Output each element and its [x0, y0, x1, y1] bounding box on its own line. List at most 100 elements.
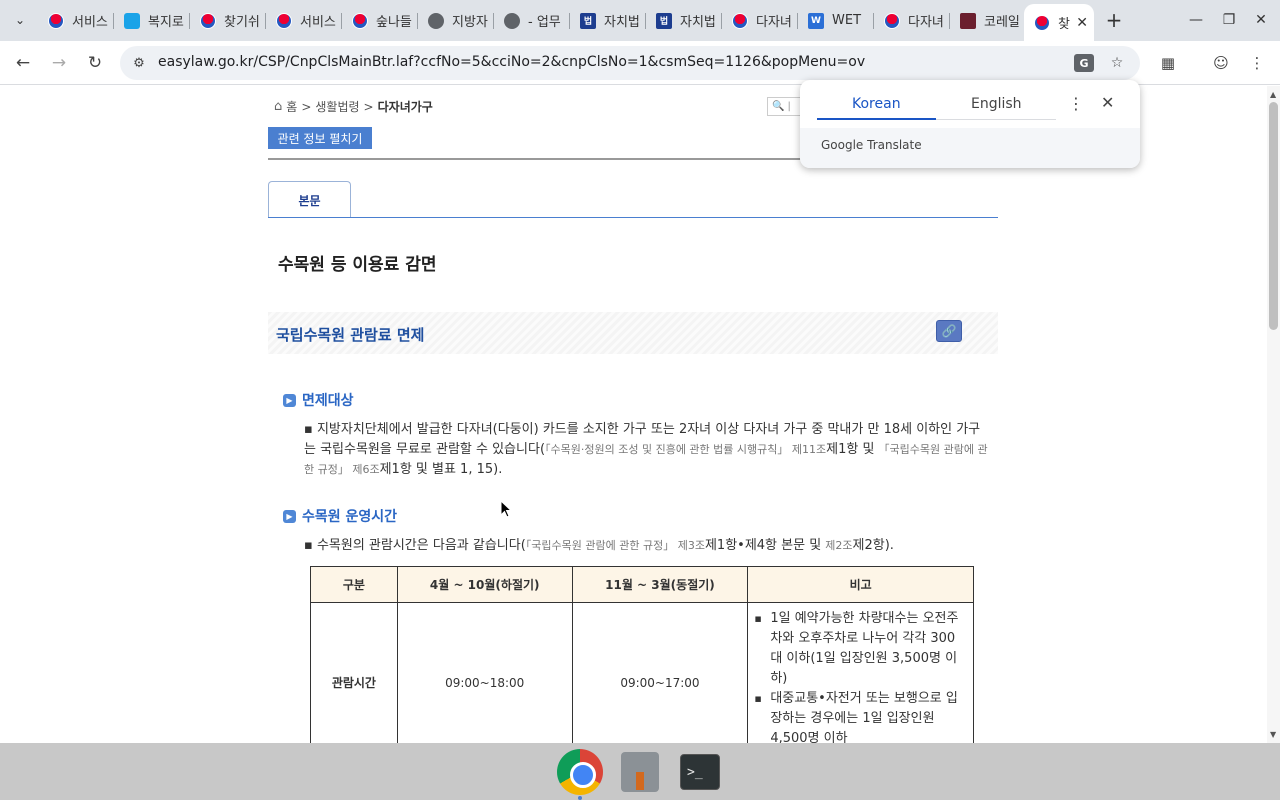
table-cell-notes: 1일 예약가능한 차량대수는 오전주차와 오후주차로 나누어 각각 300대 이… [747, 602, 974, 743]
paragraph-text: 제1항 및 별표 1, 15). [379, 462, 503, 477]
tab-label: - 업무 [528, 15, 561, 30]
terminal-taskbar-button[interactable]: >_ [676, 748, 724, 796]
korea-emblem-icon [884, 12, 900, 29]
section-title: 국립수목원 관람료 면제 [276, 326, 425, 344]
profile-icon[interactable]: ☺ [1210, 52, 1232, 74]
table-cell: 09:00~18:00 [396, 602, 573, 743]
tab-label: 찾기쉬 [224, 15, 260, 30]
tab-body[interactable]: 본문 [268, 181, 351, 218]
law-reference-link[interactable]: 제2조 [825, 539, 852, 552]
subheading-operating-hours: ▶ 수목원 운영시간 [283, 506, 397, 526]
close-icon[interactable]: ✕ [1101, 93, 1114, 112]
chrome-taskbar-button[interactable] [556, 748, 604, 796]
extensions-puzzle-icon[interactable]: ▦ [1157, 52, 1179, 74]
chrome-icon [557, 749, 603, 795]
tool-taskbar-button[interactable] [616, 748, 664, 796]
korea-emblem-icon [200, 12, 216, 29]
breadcrumb-separator: > [363, 99, 374, 114]
target-language-tab[interactable]: English [971, 96, 1022, 112]
menu-kebab-icon[interactable]: ⋮ [1246, 52, 1268, 74]
browser-tab[interactable]: 법 자치법 [570, 8, 646, 33]
browser-tab[interactable]: 찾기쉬 [190, 8, 266, 33]
forward-button[interactable]: → [47, 51, 71, 75]
google-translate-label: Google Translate [821, 138, 922, 152]
tab-underline [268, 217, 998, 218]
tool-icon [621, 752, 659, 792]
table-header: 비고 [747, 566, 974, 603]
browser-tab[interactable]: 지방자 [418, 8, 494, 33]
address-bar[interactable]: ⚙ easylaw.go.kr/CSP/CnpClsMainBtr.laf?cc… [120, 46, 1140, 80]
korea-emblem-icon [276, 12, 292, 29]
tab-strip: ⌄ 서비스 복지로 찾기쉬 서비스 숲나들 지방자 - 업무 법 자치법 법 자치법… [0, 0, 1280, 41]
browser-tab[interactable]: - 업무 [494, 8, 570, 33]
subheading-exempt-target: ▶ 면제대상 [283, 390, 354, 410]
reload-button[interactable]: ↻ [83, 51, 107, 75]
browser-tab[interactable]: 서비스 [266, 8, 342, 33]
close-window-button[interactable]: ✕ [1251, 10, 1271, 30]
browser-tab[interactable]: 법 자치법 [646, 8, 722, 33]
bookmark-star-icon[interactable]: ☆ [1106, 53, 1128, 73]
home-icon[interactable]: ⌂ [274, 99, 282, 114]
site-info-icon[interactable]: ⚙ [130, 54, 148, 72]
translate-popup: Korean English ⋮ ✕ Google Translate [800, 80, 1140, 168]
new-tab-button[interactable]: + [1102, 8, 1126, 32]
bullet-arrow-icon: ▶ [283, 509, 296, 523]
browser-tab[interactable]: 숲나들 [342, 8, 418, 33]
law-reference-link[interactable]: 「수목원·정원의 조성 및 진흥에 관한 법률 시행규칙」 제11조 [545, 443, 826, 456]
taskbar: >_ [0, 743, 1280, 800]
tab-label: 코레일 [984, 15, 1020, 30]
table-header: 11월 ~ 3월(동절기) [571, 566, 749, 603]
active-tab-indicator [817, 118, 936, 120]
table-header: 4월 ~ 10월(하절기) [396, 566, 573, 603]
list-item: 대중교통•자전거 또는 보행으로 입장하는 경우에는 1일 입장인원 4,500… [754, 689, 967, 743]
operating-hours-paragraph: ▪ 수목원의 관람시간은 다음과 같습니다(「국립수목원 관람에 관한 규정」 … [304, 538, 894, 553]
table-header: 구분 [310, 566, 398, 603]
page-title: 수목원 등 이용료 감면 [278, 255, 437, 275]
scrollbar-thumb[interactable] [1269, 102, 1278, 330]
tab-label: 자치법 [604, 15, 640, 30]
back-button[interactable]: ← [11, 51, 35, 75]
link-icon[interactable]: 🔗 [936, 320, 962, 342]
law-icon: 법 [580, 12, 596, 29]
scroll-down-icon[interactable]: ▼ [1270, 730, 1276, 739]
mouse-cursor-icon [500, 500, 512, 518]
tab-search-button[interactable]: ⌄ [6, 8, 34, 32]
related-info-button[interactable]: 관련 정보 펼치기 [268, 127, 372, 149]
tab-label: WET [832, 13, 862, 28]
tab-label: 서비스 [72, 15, 108, 30]
tab-label: 자치법 [680, 15, 716, 30]
bullet-arrow-icon: ▶ [283, 393, 296, 407]
paragraph-text: 제1항 및 [826, 442, 879, 457]
search-icon[interactable]: 🔍 [772, 101, 784, 112]
korea-emblem-icon [1034, 14, 1050, 31]
law-reference-link[interactable]: 「국립수목원 관람에 관한 규정」 제3조 [526, 539, 705, 552]
subheading-text: 면제대상 [302, 393, 354, 409]
browser-tab[interactable]: 다자녀 [722, 8, 798, 33]
browser-tab[interactable]: 다자녀 [874, 8, 950, 33]
scroll-up-icon[interactable]: ▲ [1270, 90, 1276, 99]
breadcrumb: ⌂ 홈 > 생활법령 > 다자녀가구 [274, 98, 433, 115]
tab-label: 다자녀 [756, 15, 792, 30]
browser-tab[interactable]: 코레일 [950, 8, 1026, 33]
paragraph-text: 수목원의 관람시간은 다음과 같습니다( [316, 538, 526, 553]
breadcrumb-home[interactable]: 홈 [286, 98, 297, 115]
active-browser-tab[interactable]: 찾 ✕ [1024, 4, 1094, 41]
close-tab-icon[interactable]: ✕ [1076, 15, 1088, 31]
breadcrumb-level1[interactable]: 생활법령 [315, 98, 359, 115]
page-scrollbar[interactable]: ▲ ▼ [1267, 86, 1280, 743]
breadcrumb-current: 다자녀가구 [377, 100, 433, 114]
translate-footer: Google Translate [800, 128, 1140, 168]
korea-emblem-icon [732, 12, 748, 29]
tab-label: 숲나들 [376, 15, 412, 30]
browser-tab[interactable]: 복지로 [114, 8, 190, 33]
maximize-button[interactable]: ❐ [1219, 10, 1239, 30]
source-language-tab[interactable]: Korean [852, 96, 901, 112]
more-options-icon[interactable]: ⋮ [1068, 94, 1084, 113]
paragraph-text: 제1항•제4항 본문 및 [704, 538, 826, 553]
browser-tab[interactable]: 서비스 [38, 8, 114, 33]
translate-button[interactable]: G [1073, 53, 1095, 73]
w-icon: W [808, 12, 824, 29]
browser-tab[interactable]: W WET [798, 8, 874, 33]
url-text[interactable]: easylaw.go.kr/CSP/CnpClsMainBtr.laf?ccfN… [158, 54, 865, 70]
minimize-button[interactable]: — [1186, 10, 1206, 30]
